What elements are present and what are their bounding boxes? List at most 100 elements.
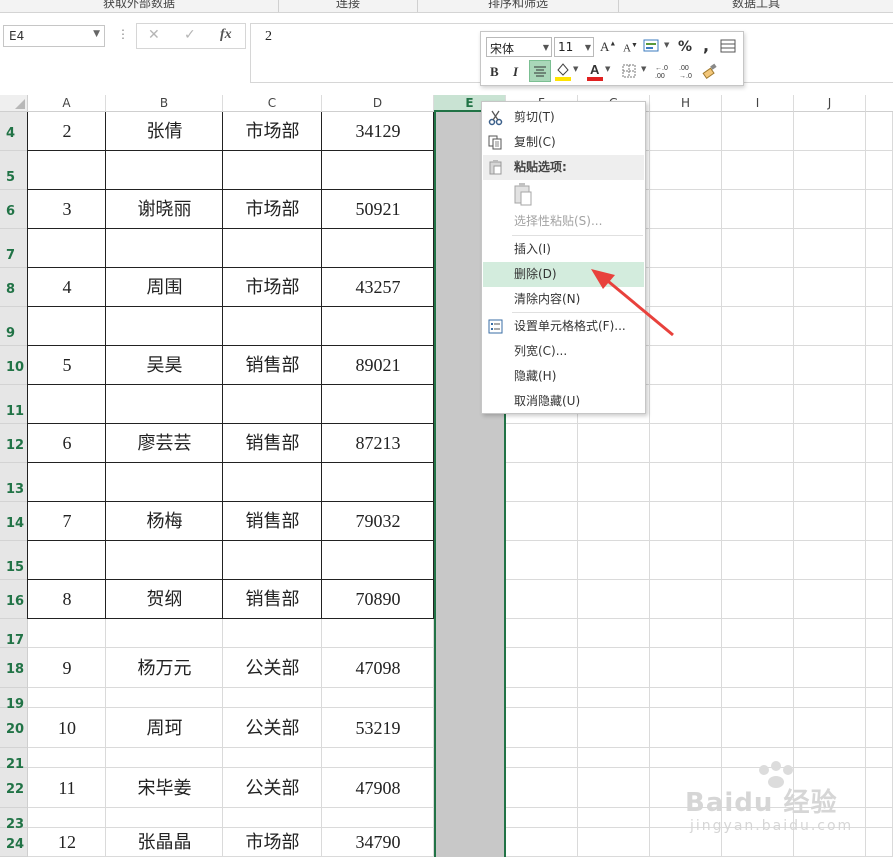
cell-c7[interactable] (223, 229, 322, 268)
cell-d18[interactable]: 47098 (322, 648, 434, 688)
cell-b14[interactable]: 杨梅 (106, 502, 223, 541)
row-header-7[interactable]: 7 (0, 229, 28, 268)
cell-c24[interactable]: 市场部 (223, 828, 322, 857)
column-header-c[interactable]: C (223, 95, 322, 112)
cell-b12[interactable]: 廖芸芸 (106, 424, 223, 463)
cell-d8[interactable]: 43257 (322, 268, 434, 307)
format-painter-table-icon[interactable] (719, 37, 737, 55)
comma-style-icon[interactable]: , (703, 36, 709, 55)
cell-a24[interactable]: 12 (28, 828, 106, 857)
cell-d24[interactable]: 34790 (322, 828, 434, 857)
cell-c19[interactable] (223, 688, 322, 708)
cell-b5[interactable] (106, 151, 223, 190)
menu-item-insert[interactable]: 插入(I) (483, 237, 644, 262)
row-header-10[interactable]: 10 (0, 346, 28, 385)
cell-d22[interactable]: 47908 (322, 768, 434, 808)
cell-d16[interactable]: 70890 (322, 580, 434, 619)
cell-a14[interactable]: 7 (28, 502, 106, 541)
cell-c20[interactable]: 公关部 (223, 708, 322, 748)
cell-a4[interactable]: 2 (28, 112, 106, 151)
chevron-down-icon[interactable]: ▼ (664, 41, 669, 49)
chevron-down-icon[interactable]: ▼ (93, 29, 100, 39)
row-header-14[interactable]: 14 (0, 502, 28, 541)
cell-a22[interactable]: 11 (28, 768, 106, 808)
cell-d20[interactable]: 53219 (322, 708, 434, 748)
cell-b8[interactable]: 周围 (106, 268, 223, 307)
row-header-13[interactable]: 13 (0, 463, 28, 502)
cell-c18[interactable]: 公关部 (223, 648, 322, 688)
cell-c6[interactable]: 市场部 (223, 190, 322, 229)
cell-b6[interactable]: 谢晓丽 (106, 190, 223, 229)
font-color-icon[interactable]: A (586, 60, 604, 82)
cell-a17[interactable] (28, 619, 106, 648)
cell-d15[interactable] (322, 541, 434, 580)
cell-c17[interactable] (223, 619, 322, 648)
cell-c10[interactable]: 销售部 (223, 346, 322, 385)
row-header-18[interactable]: 18 (0, 648, 28, 688)
cell-b10[interactable]: 吴昊 (106, 346, 223, 385)
more-dots-icon[interactable]: ⋮ (117, 27, 129, 41)
menu-item-cut[interactable]: 剪切(T) (483, 105, 644, 130)
cell-a16[interactable]: 8 (28, 580, 106, 619)
cell-b15[interactable] (106, 541, 223, 580)
column-header-k[interactable] (866, 95, 893, 112)
cell-a15[interactable] (28, 541, 106, 580)
borders-icon[interactable] (620, 62, 638, 80)
fill-color-icon[interactable] (554, 60, 572, 82)
italic-button[interactable]: I (513, 64, 518, 80)
bold-button[interactable]: B (490, 64, 499, 80)
row-header-24[interactable]: 24 (0, 828, 28, 857)
decrease-font-icon[interactable]: A▼ (623, 41, 638, 55)
cell-b24[interactable]: 张晶晶 (106, 828, 223, 857)
cell-a20[interactable]: 10 (28, 708, 106, 748)
font-name-select[interactable]: 宋体 ▼ (486, 37, 552, 57)
cell-c11[interactable] (223, 385, 322, 424)
font-size-select[interactable]: 11 ▼ (554, 37, 594, 57)
row-header-17[interactable]: 17 (0, 619, 28, 648)
row-header-20[interactable]: 20 (0, 708, 28, 748)
select-all-corner[interactable] (0, 95, 28, 112)
cell-c13[interactable] (223, 463, 322, 502)
increase-decimal-icon[interactable]: ←.0.00 (653, 62, 675, 80)
cell-b20[interactable]: 周珂 (106, 708, 223, 748)
cell-a23[interactable] (28, 808, 106, 828)
name-box[interactable]: E4 ▼ (3, 25, 105, 47)
insert-function-icon[interactable]: fx (220, 27, 232, 43)
row-header-23[interactable]: 23 (0, 808, 28, 832)
cell-c14[interactable]: 销售部 (223, 502, 322, 541)
cell-c15[interactable] (223, 541, 322, 580)
menu-item-hide[interactable]: 隐藏(H) (483, 364, 644, 389)
row-header-15[interactable]: 15 (0, 541, 28, 580)
cell-a12[interactable]: 6 (28, 424, 106, 463)
cell-c5[interactable] (223, 151, 322, 190)
cell-d7[interactable] (322, 229, 434, 268)
cell-b13[interactable] (106, 463, 223, 502)
row-header-4[interactable]: 4 (0, 112, 28, 151)
row-header-21[interactable]: 21 (0, 748, 28, 772)
row-header-5[interactable]: 5 (0, 151, 28, 190)
row-header-12[interactable]: 12 (0, 424, 28, 463)
cell-a9[interactable] (28, 307, 106, 346)
column-header-d[interactable]: D (322, 95, 434, 112)
column-header-a[interactable]: A (28, 95, 106, 112)
cell-b16[interactable]: 贺纲 (106, 580, 223, 619)
cell-a21[interactable] (28, 748, 106, 768)
cell-d17[interactable] (322, 619, 434, 648)
cell-c21[interactable] (223, 748, 322, 768)
chevron-down-icon[interactable]: ▼ (605, 65, 610, 73)
cell-d12[interactable]: 87213 (322, 424, 434, 463)
cell-a7[interactable] (28, 229, 106, 268)
cell-d5[interactable] (322, 151, 434, 190)
cell-a6[interactable]: 3 (28, 190, 106, 229)
cell-d4[interactable]: 34129 (322, 112, 434, 151)
cell-d14[interactable]: 79032 (322, 502, 434, 541)
decrease-decimal-icon[interactable]: .00 →.0 (677, 62, 699, 80)
cell-b7[interactable] (106, 229, 223, 268)
cell-b21[interactable] (106, 748, 223, 768)
row-header-22[interactable]: 22 (0, 768, 28, 808)
cell-c9[interactable] (223, 307, 322, 346)
chevron-down-icon[interactable]: ▼ (585, 43, 591, 52)
cell-d19[interactable] (322, 688, 434, 708)
cell-b23[interactable] (106, 808, 223, 828)
row-header-6[interactable]: 6 (0, 190, 28, 229)
